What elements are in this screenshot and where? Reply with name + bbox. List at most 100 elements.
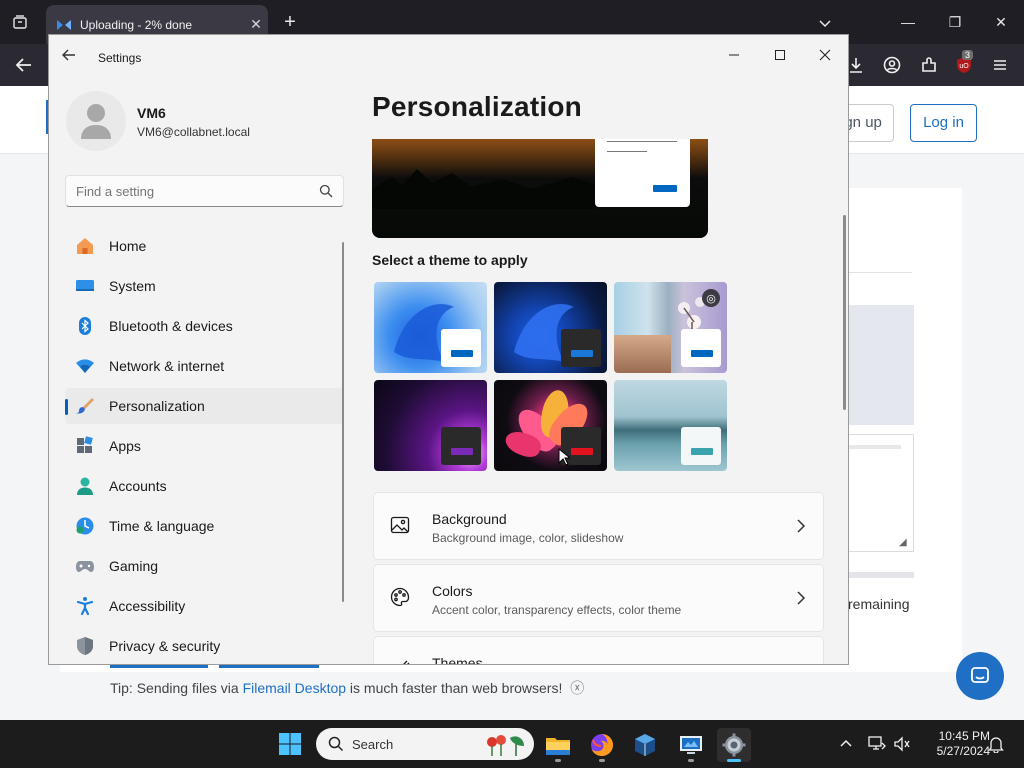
theme-tile-flow[interactable]	[614, 380, 727, 471]
upload-divider	[848, 272, 912, 273]
remote-desktop-icon[interactable]	[674, 728, 708, 762]
nav-item-accounts[interactable]: Accounts	[65, 468, 344, 504]
upload-file-list	[848, 305, 914, 425]
nav-item-home[interactable]: Home	[65, 228, 344, 264]
theme-tile-captured-motion[interactable]	[494, 380, 607, 471]
accessibility-icon	[75, 596, 95, 616]
find-setting-box	[65, 175, 344, 207]
nav-label: Network & internet	[109, 358, 225, 374]
clock-date: 5/27/2024	[936, 744, 990, 758]
search-icon[interactable]	[319, 184, 333, 198]
search-icon	[328, 736, 344, 752]
accounts-icon	[75, 476, 95, 496]
tab-close-icon[interactable]: ✕	[244, 16, 268, 33]
nav-label: System	[109, 278, 156, 294]
svg-text:uO: uO	[959, 63, 969, 70]
colors-card[interactable]: Colors Accent color, transparency effect…	[373, 564, 824, 632]
virtualbox-icon[interactable]	[628, 728, 662, 762]
firefox-icon[interactable]	[585, 728, 619, 762]
filemail-desktop-link[interactable]: Filemail Desktop	[243, 680, 346, 696]
gaming-icon	[75, 556, 95, 576]
browser-tab-title: Uploading - 2% done	[80, 17, 193, 32]
nav-label: Time & language	[109, 518, 215, 534]
browser-minimize-icon[interactable]: —	[894, 8, 922, 36]
website-tip: Tip: Sending files via Filemail Desktop …	[110, 678, 584, 698]
back-arrow-icon[interactable]	[61, 47, 81, 67]
time-language-icon	[75, 516, 95, 536]
background-card[interactable]: Background Background image, color, slid…	[373, 492, 824, 560]
nav-label: Apps	[109, 438, 141, 454]
nav-label: Privacy & security	[109, 638, 221, 654]
volume-muted-icon[interactable]	[892, 734, 912, 754]
theme-preview	[372, 139, 708, 238]
settings-window: Settings VM6 VM6@collabnet.local Home	[48, 34, 849, 665]
card-title: Background	[432, 511, 507, 527]
nav-item-accessibility[interactable]: Accessibility	[65, 588, 344, 624]
nav-scrollbar[interactable]	[342, 242, 344, 602]
nav-item-bluetooth[interactable]: Bluetooth & devices	[65, 308, 344, 344]
theme-tile-windows-spotlight[interactable]: ◎	[614, 282, 727, 373]
taskbar-clock[interactable]: 10:45 PM 5/27/2024	[920, 729, 990, 759]
taskbar: Search 10:45 PM 5/27/2024	[0, 720, 1024, 768]
nav-item-privacy[interactable]: Privacy & security	[65, 628, 344, 664]
tip-close-icon[interactable]: ⓧ	[570, 680, 584, 696]
chevron-down-icon[interactable]	[814, 12, 836, 34]
card-subtitle: Accent color, transparency effects, colo…	[432, 603, 682, 617]
nav-item-time-language[interactable]: Time & language	[65, 508, 344, 544]
theme-grid: ◎	[374, 282, 730, 472]
new-tab-button[interactable]: +	[278, 10, 302, 34]
bluetooth-icon	[75, 316, 95, 336]
filemail-icon	[57, 19, 71, 30]
find-setting-input[interactable]	[66, 176, 343, 206]
card-subtitle: Background image, color, slideshow	[432, 531, 624, 545]
browser-maximize-icon[interactable]: ❐	[941, 8, 969, 36]
close-icon[interactable]	[807, 41, 843, 69]
nav-label: Home	[109, 238, 147, 254]
clock-time: 10:45 PM	[938, 729, 990, 743]
settings-title: Settings	[98, 51, 142, 65]
system-icon	[75, 276, 95, 296]
settings-titlebar: Settings	[49, 35, 848, 81]
notification-bell-icon[interactable]	[986, 734, 1006, 754]
minimize-icon[interactable]	[716, 41, 752, 69]
chat-icon[interactable]	[956, 652, 1004, 700]
theme-tile-windows-light[interactable]	[374, 282, 487, 373]
network-icon	[75, 356, 95, 376]
nav-item-personalization[interactable]: Personalization	[65, 388, 344, 424]
theme-tile-glow[interactable]	[374, 380, 487, 471]
account-icon[interactable]	[881, 54, 903, 76]
nav-label: Accessibility	[109, 598, 186, 614]
image-icon	[390, 515, 412, 537]
extensions-icon[interactable]	[918, 54, 940, 76]
nav-label: Personalization	[109, 398, 205, 414]
themes-card[interactable]: Themes	[373, 636, 824, 665]
resize-grip-icon[interactable]: ◢	[899, 537, 911, 549]
browser-close-icon[interactable]: ✕	[987, 8, 1015, 36]
user-icon	[81, 104, 111, 139]
menu-icon[interactable]	[989, 54, 1011, 76]
avatar[interactable]	[66, 91, 126, 151]
profile-email: VM6@collabnet.local	[137, 125, 250, 139]
login-button[interactable]: Log in	[910, 104, 977, 142]
file-explorer-icon[interactable]	[541, 728, 575, 762]
spotlight-icon: ◎	[702, 289, 720, 307]
nav-item-system[interactable]: System	[65, 268, 344, 304]
browser-back-icon[interactable]	[12, 53, 36, 77]
nav-item-apps[interactable]: Apps	[65, 428, 344, 464]
maximize-icon[interactable]	[762, 41, 798, 69]
nav-item-gaming[interactable]: Gaming	[65, 548, 344, 584]
settings-gear-icon[interactable]	[717, 728, 751, 762]
main-scrollbar[interactable]	[843, 215, 846, 410]
taskbar-search[interactable]: Search	[316, 728, 534, 760]
windows-start-icon[interactable]	[278, 732, 302, 756]
message-textarea[interactable]: ◢	[848, 434, 914, 552]
network-status-icon[interactable]	[867, 734, 887, 754]
chevron-up-icon[interactable]	[836, 734, 856, 754]
theme-tile-windows-dark[interactable]	[494, 282, 607, 373]
tab-list-icon[interactable]	[8, 10, 32, 34]
card-title: Themes	[432, 655, 483, 665]
apps-icon	[75, 436, 95, 456]
card-title: Colors	[432, 583, 473, 599]
nav-item-network[interactable]: Network & internet	[65, 348, 344, 384]
privacy-icon	[75, 636, 95, 656]
